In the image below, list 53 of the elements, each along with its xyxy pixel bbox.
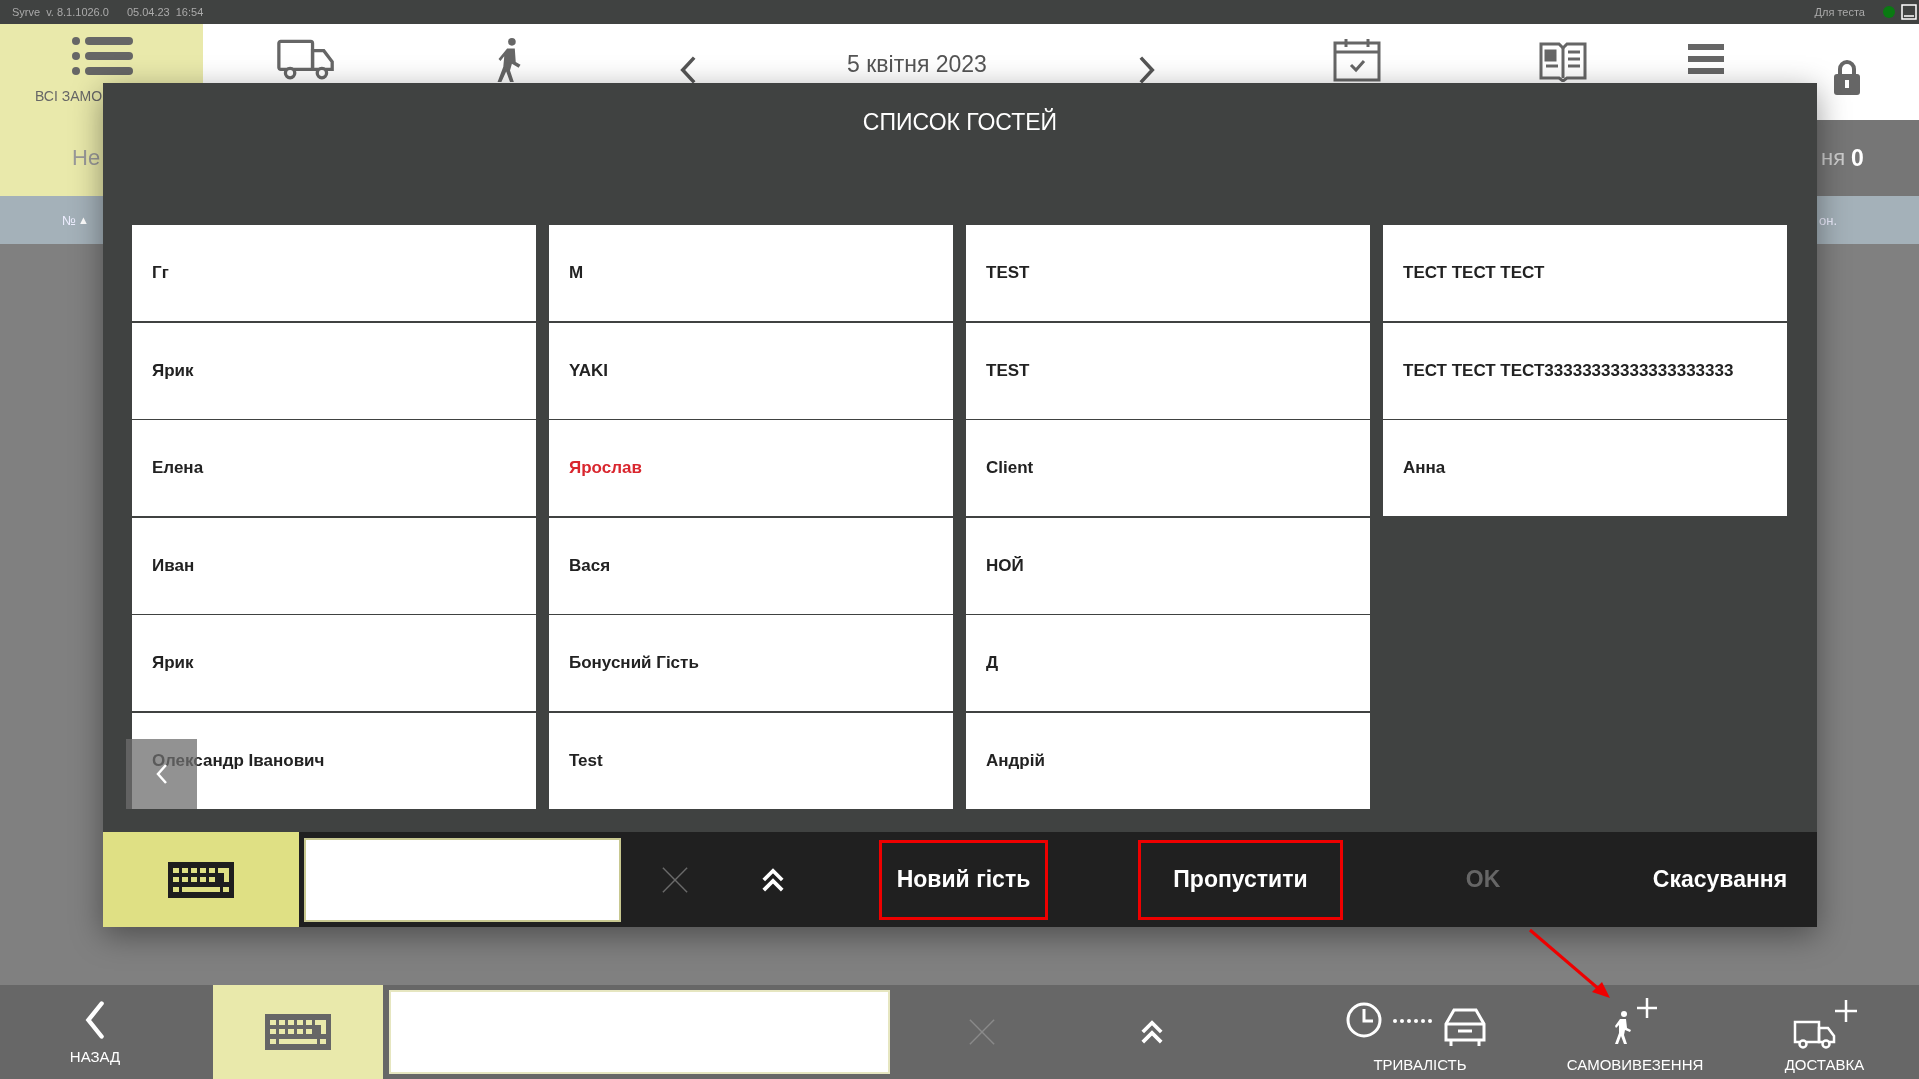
back-icon <box>84 999 106 1040</box>
guest-tile[interactable]: М <box>549 225 953 321</box>
summary-count: 0 <box>1851 144 1864 172</box>
next-day-icon[interactable] <box>1137 55 1157 85</box>
duration-button[interactable]: ТРИВАЛІСТЬ <box>1320 985 1520 1079</box>
guest-tile[interactable]: Ярик <box>132 322 536 419</box>
status-dot <box>1883 6 1895 18</box>
guest-tile[interactable]: Test <box>549 712 953 809</box>
window-icon[interactable] <box>1901 4 1917 20</box>
section-label: Не <box>72 145 101 171</box>
dialog-action-button[interactable]: Скасування <box>1639 839 1801 920</box>
summary-label: ня <box>1821 145 1846 171</box>
guest-tile[interactable]: ТЕСТ ТЕСТ ТЕСТ <box>1383 225 1787 321</box>
guest-tile[interactable]: Иван <box>132 517 536 614</box>
clear-icon[interactable] <box>661 865 689 894</box>
guest-tile[interactable]: ТЕСТ ТЕСТ ТЕСТ33333333333333333333 <box>1383 322 1787 419</box>
guest-tile[interactable]: TEST <box>966 322 1370 419</box>
guest-tile[interactable]: Client <box>966 420 1370 517</box>
double-chevron-up-icon[interactable] <box>761 866 785 893</box>
keyboard-icon <box>265 1014 331 1050</box>
delivery-button[interactable]: ДОСТАВКА <box>1730 985 1919 1079</box>
sort-arrow: ▲ <box>77 214 89 226</box>
guest-tile[interactable]: Андрій <box>966 712 1370 809</box>
guest-tile[interactable]: Вася <box>549 517 953 614</box>
lock-icon[interactable] <box>1833 58 1861 96</box>
list-icon <box>71 36 133 76</box>
dialog-action-button[interactable]: Новий гість <box>879 839 1048 920</box>
guest-tile[interactable]: Бонусний Гість <box>549 615 953 712</box>
dialog-title: СПИСОК ГОСТЕЙ <box>862 109 1058 137</box>
back-button[interactable]: НАЗАД <box>0 985 190 1079</box>
guest-tile[interactable]: Гг <box>132 225 536 321</box>
guest-tile[interactable]: TEST <box>966 225 1370 321</box>
guest-tile[interactable]: Елена <box>132 420 536 517</box>
keyboard-icon <box>168 861 234 898</box>
truck-icon[interactable] <box>277 38 335 82</box>
keyboard-button[interactable] <box>103 832 299 927</box>
pickup-button[interactable]: САМОВИВЕЗЕННЯ <box>1540 985 1730 1079</box>
search-field[interactable] <box>304 838 621 922</box>
guest-tile[interactable]: YAKI <box>549 322 953 419</box>
app-name: Syrve <box>12 6 41 18</box>
search-field[interactable] <box>389 990 890 1074</box>
guest-tile[interactable]: Ярик <box>132 615 536 712</box>
guest-tile[interactable]: НОЙ <box>966 517 1370 614</box>
date-label[interactable]: 5 квітня 2023 <box>847 51 987 78</box>
guest-tile[interactable]: Д <box>966 615 1370 712</box>
previous-day-icon[interactable] <box>678 55 698 85</box>
status-date: 05.04.23 <box>126 6 170 18</box>
guest-tile[interactable]: Анна <box>1383 420 1787 517</box>
app-version: v. 8.1.1026.0 <box>46 6 109 18</box>
environment-label: Для теста <box>1814 6 1865 18</box>
status-time: 16:54 <box>175 6 204 18</box>
guest-tile[interactable]: Ярослав <box>549 420 953 517</box>
dialog-action-button[interactable]: Пропустити <box>1138 839 1343 920</box>
